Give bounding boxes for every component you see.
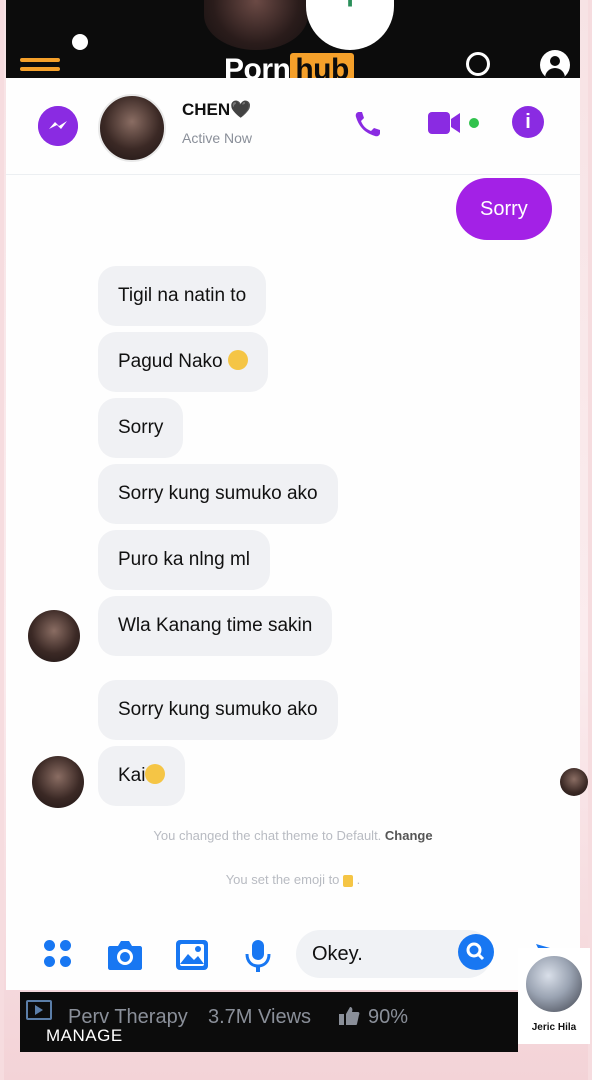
watermark-name: Jeric Hila xyxy=(531,1022,577,1033)
add-icon[interactable]: + xyxy=(306,0,394,50)
video-call-icon[interactable] xyxy=(426,106,482,142)
incoming-message[interactable]: Sorry kung sumuko ako xyxy=(98,680,338,740)
change-link[interactable]: Change xyxy=(385,828,433,843)
sender-avatar[interactable] xyxy=(28,610,80,662)
thumbs-up-emoji-icon xyxy=(343,874,354,887)
message-text: Kai xyxy=(118,765,146,786)
watermark-avatar xyxy=(524,954,584,1014)
seen-indicator-avatar xyxy=(560,768,588,796)
incoming-message[interactable]: Kai xyxy=(98,746,186,806)
messenger-icon[interactable] xyxy=(38,106,78,146)
site-top-bar: + Pornhub xyxy=(6,0,580,80)
thumbs-up-icon xyxy=(338,1006,360,1026)
emoji-set-notice: You set the emoji to . xyxy=(225,872,361,887)
info-icon[interactable]: i xyxy=(512,106,544,138)
message-text: Sorry kung sumuko ako xyxy=(118,699,318,720)
manage-label[interactable]: MANAGE xyxy=(46,1026,123,1046)
hamburger-menu-icon[interactable] xyxy=(20,58,60,78)
message-text: Wla Kanang time sakin xyxy=(118,615,313,636)
sender-avatar[interactable] xyxy=(32,756,84,808)
contact-avatar[interactable] xyxy=(98,94,166,162)
story-avatar xyxy=(204,0,308,50)
incoming-message[interactable]: Wla Kanang time sakin xyxy=(98,596,333,656)
messenger-chat: CHEN🖤 Active Now i Sorry Tigil na natin … xyxy=(6,78,588,990)
pleading-face-icon xyxy=(145,763,166,784)
logo-suffix: hub xyxy=(290,53,354,78)
video-rating: 90% xyxy=(368,1006,409,1028)
watermark-profile: Jeric Hila xyxy=(518,948,590,1044)
incoming-message[interactable]: Sorry xyxy=(98,398,184,458)
contact-name: CHEN🖤 xyxy=(182,100,252,119)
incoming-message[interactable]: Puro ka nlng ml xyxy=(98,530,271,590)
message-text: Sorry kung sumuko ako xyxy=(118,483,318,504)
emoji-set-text: You set the emoji to xyxy=(225,872,340,887)
camera-icon[interactable] xyxy=(106,938,144,972)
message-text: Tigil na natin to xyxy=(118,285,247,306)
tv-icon xyxy=(26,1000,52,1020)
message-text: Puro ka nlng ml xyxy=(118,549,251,570)
message-composer: Okey. xyxy=(6,920,580,990)
incoming-message[interactable]: Sorry kung sumuko ako xyxy=(98,464,338,524)
gallery-icon[interactable] xyxy=(174,938,210,972)
dot-icon xyxy=(72,34,88,50)
search-icon[interactable] xyxy=(466,52,490,76)
site-logo[interactable]: Porn hub xyxy=(224,50,354,78)
logo-prefix: Porn xyxy=(224,53,291,78)
active-status: Active Now xyxy=(182,130,253,146)
message-text: Sorry xyxy=(118,417,164,438)
theme-change-text: You changed the chat theme to Default. xyxy=(153,828,382,843)
chat-header: CHEN🖤 Active Now i xyxy=(6,78,580,175)
search-icon[interactable] xyxy=(458,934,494,970)
menu-grid-icon[interactable] xyxy=(44,940,74,970)
incoming-message[interactable]: Tigil na natin to xyxy=(98,266,267,326)
outgoing-message[interactable]: Sorry xyxy=(456,178,552,240)
microphone-icon[interactable] xyxy=(244,938,272,974)
pleading-face-icon xyxy=(227,349,248,370)
theme-change-notice: You changed the chat theme to Default. C… xyxy=(6,828,580,843)
message-text: Pagud Nako xyxy=(118,351,223,372)
user-icon[interactable] xyxy=(540,50,570,80)
video-info-bar: Perv Therapy 3.7M Views 90% MANAGE xyxy=(20,992,518,1052)
video-views: 3.7M Views xyxy=(208,1006,312,1028)
phone-call-icon[interactable] xyxy=(350,106,386,142)
incoming-message[interactable]: Pagud Nako xyxy=(98,332,268,392)
